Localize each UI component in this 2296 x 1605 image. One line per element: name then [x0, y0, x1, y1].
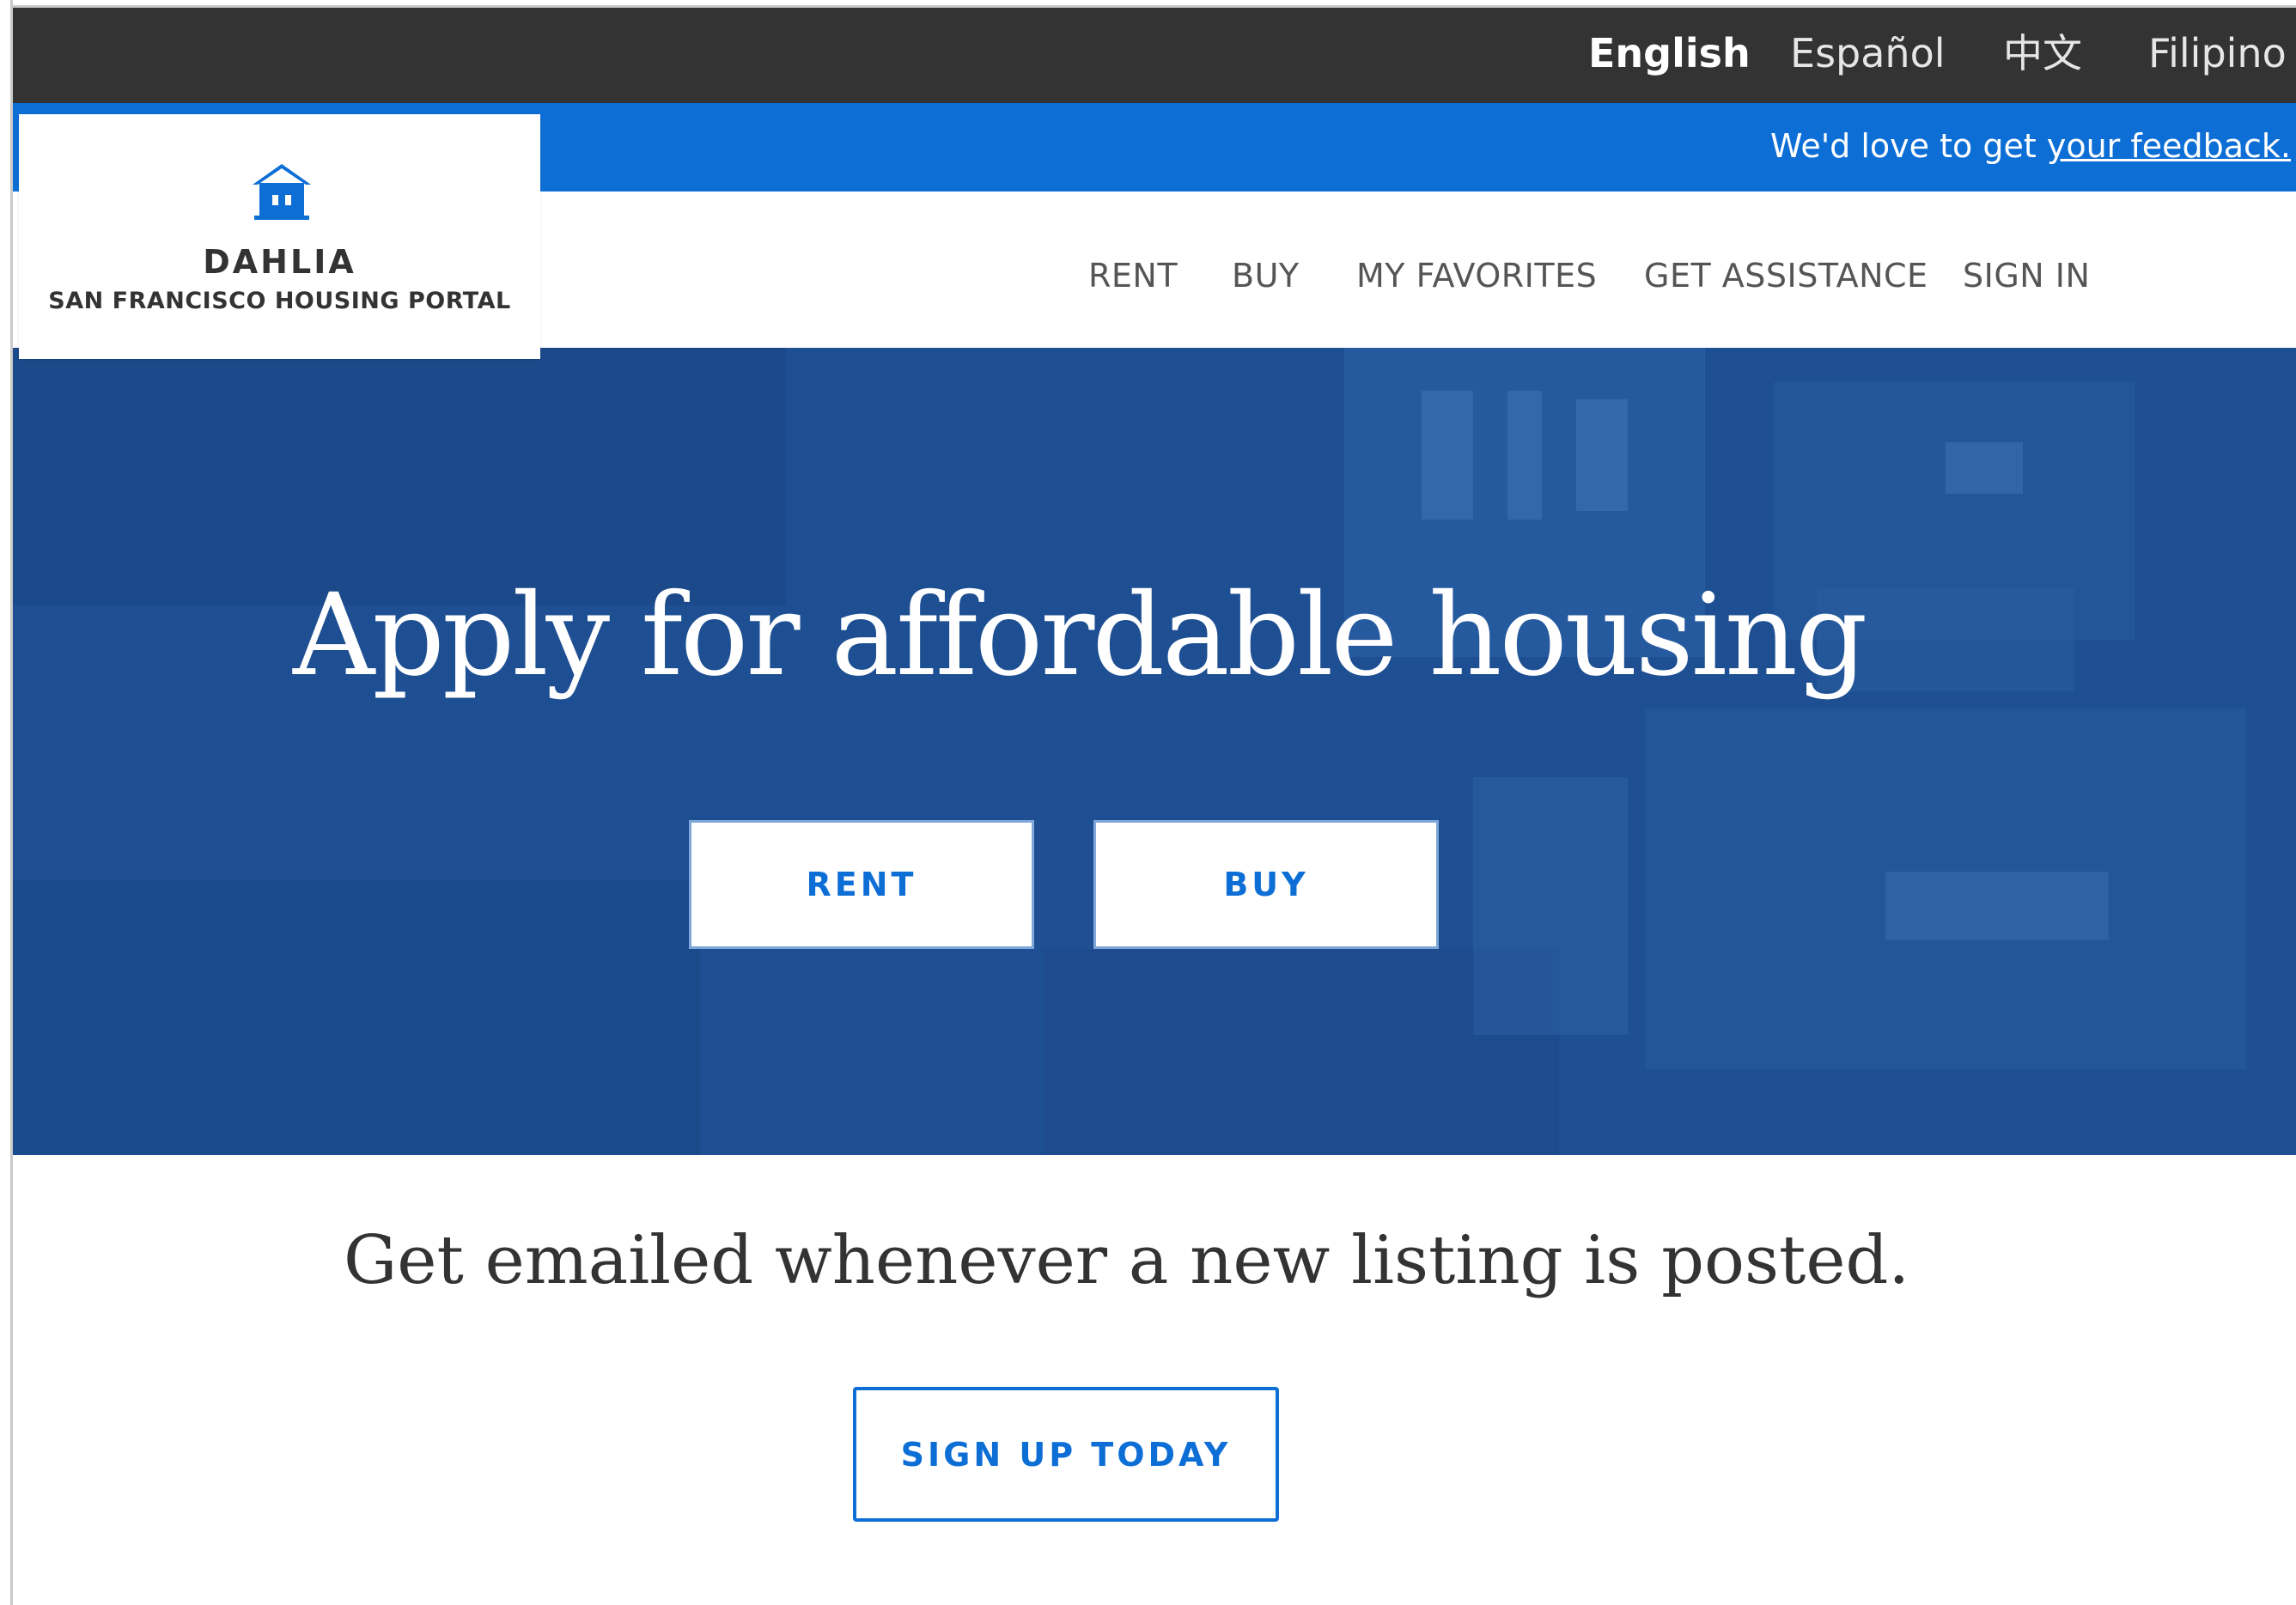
language-filipino[interactable]: Filipino	[2148, 30, 2287, 77]
logo-title: DAHLIA	[203, 243, 356, 281]
site-logo[interactable]: DAHLIA SAN FRANCISCO HOUSING PORTAL	[19, 114, 540, 359]
feedback-link[interactable]: your feedback.	[2047, 127, 2291, 165]
language-chinese[interactable]: 中文	[2003, 30, 2082, 77]
city-background	[13, 348, 2296, 1155]
signup-prompt: Get emailed whenever a new listing is po…	[344, 1222, 1910, 1299]
nav-rent[interactable]: RENT	[1088, 257, 1178, 295]
nav-sign-in[interactable]: SIGN IN	[1963, 257, 2090, 295]
language-espanol[interactable]: Español	[1790, 30, 1946, 77]
hero-banner: Apply for affordable housing RENT BUY	[13, 348, 2296, 1155]
window-top-border	[0, 0, 2296, 8]
nav-get-assistance[interactable]: GET ASSISTANCE	[1644, 257, 1928, 295]
logo-subtitle: SAN FRANCISCO HOUSING PORTAL	[48, 288, 511, 314]
signup-button[interactable]: SIGN UP TODAY	[853, 1387, 1279, 1522]
house-icon	[253, 164, 311, 220]
hero-title: Apply for affordable housing	[293, 569, 1867, 702]
window-left-border	[0, 0, 13, 1605]
nav-my-favorites[interactable]: MY FAVORITES	[1356, 257, 1597, 295]
language-bar: English Español 中文 Filipino	[13, 8, 2296, 103]
nav-buy[interactable]: BUY	[1232, 257, 1300, 295]
hero-rent-button[interactable]: RENT	[689, 820, 1034, 949]
hero-buy-button[interactable]: BUY	[1093, 820, 1439, 949]
feedback-text: We'd love to get your feedback.	[1770, 127, 2291, 165]
language-english[interactable]: English	[1588, 30, 1751, 77]
feedback-prefix: We'd love to get	[1769, 127, 2047, 165]
